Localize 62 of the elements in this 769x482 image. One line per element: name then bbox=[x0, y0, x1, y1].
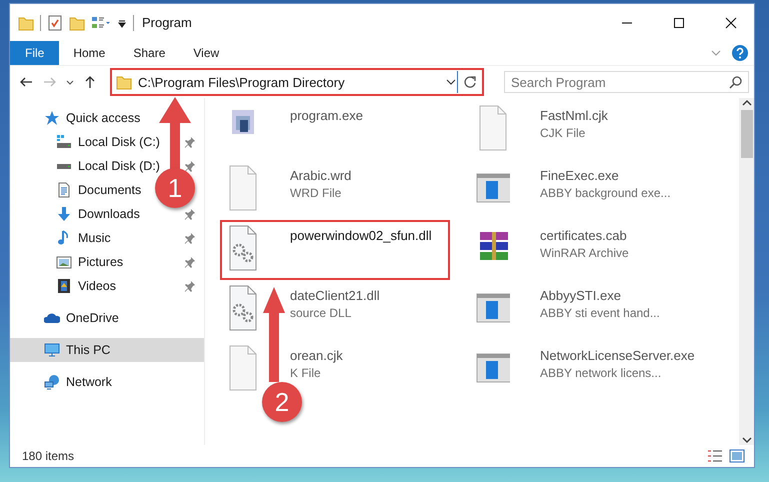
recent-button[interactable] bbox=[64, 78, 76, 86]
picture-icon[interactable] bbox=[56, 254, 72, 270]
item-count: 180 items bbox=[22, 449, 76, 463]
picture-icon bbox=[729, 449, 745, 463]
file-name[interactable]: AbbyySTI.exe bbox=[540, 288, 660, 303]
file-name[interactable]: FineExec.exe bbox=[540, 168, 671, 183]
sidebar-item[interactable]: Network bbox=[66, 375, 112, 389]
address-field[interactable]: C:\Program Files\Program Directory bbox=[112, 71, 458, 93]
file-name[interactable]: FastNml.cjk bbox=[540, 108, 608, 123]
search-field[interactable]: Search Program bbox=[504, 71, 749, 93]
sidebar-item[interactable]: Local Disk (C:) bbox=[78, 135, 160, 149]
folder-icon bbox=[116, 74, 132, 90]
file-type: source DLL bbox=[290, 306, 352, 320]
sidebar-item[interactable]: This PC bbox=[66, 343, 110, 357]
chevron-down-icon bbox=[66, 80, 74, 84]
maximize-icon bbox=[673, 16, 685, 28]
file-type: ABBY network licens... bbox=[540, 366, 662, 380]
chevron-up-icon bbox=[742, 98, 752, 108]
sidebar-item[interactable]: Downloads bbox=[78, 207, 140, 221]
ribbon-tab[interactable]: Share bbox=[119, 41, 180, 65]
ribbon-tab[interactable]: Home bbox=[59, 41, 120, 65]
down-arrow-icon[interactable] bbox=[56, 206, 72, 222]
details-view-icon bbox=[707, 449, 723, 463]
file-name[interactable]: powerwindow02_sfun.dll bbox=[290, 228, 432, 243]
scrollbar[interactable] bbox=[739, 98, 754, 445]
drive-icon[interactable] bbox=[56, 164, 72, 168]
chevron-down-icon bbox=[742, 435, 752, 445]
ribbon-tab[interactable]: File bbox=[10, 41, 60, 65]
sidebar-item[interactable]: Music bbox=[78, 231, 111, 245]
file-type: CJK File bbox=[540, 126, 586, 140]
sidebar-item[interactable]: Documents bbox=[78, 183, 142, 197]
search-icon bbox=[729, 75, 743, 89]
sidebar-item[interactable]: Pictures bbox=[78, 255, 124, 269]
file-name[interactable]: orean.cjk bbox=[290, 348, 343, 363]
document-icon[interactable] bbox=[56, 182, 72, 198]
address-path: C:\Program Files\Program Directory bbox=[138, 74, 346, 90]
file-type: K File bbox=[290, 366, 322, 380]
close-icon bbox=[725, 16, 737, 28]
window-title: Program bbox=[142, 15, 193, 30]
file-name[interactable]: program.exe bbox=[290, 108, 363, 123]
file-name[interactable]: dateClient21.dll bbox=[290, 288, 380, 303]
properties-icon[interactable] bbox=[47, 14, 63, 30]
monitor-icon[interactable] bbox=[44, 342, 60, 358]
film-icon[interactable] bbox=[56, 278, 72, 294]
refresh-icon bbox=[463, 75, 477, 89]
file-type: ABBY background exe... bbox=[540, 186, 671, 200]
file-name[interactable]: NetworkLicenseServer.exe bbox=[540, 348, 695, 363]
network-icon[interactable] bbox=[44, 374, 60, 390]
sidebar-item[interactable]: Quick access bbox=[66, 111, 140, 125]
file-type: WinRAR Archive bbox=[540, 246, 629, 260]
drive-icon[interactable] bbox=[56, 134, 72, 150]
star-icon[interactable] bbox=[44, 110, 60, 126]
file-name[interactable]: certificates.cab bbox=[540, 228, 629, 243]
file-type: WRD File bbox=[290, 186, 342, 200]
ribbon-tab[interactable]: View bbox=[179, 41, 234, 65]
file-name[interactable]: Arabic.wrd bbox=[290, 168, 352, 183]
file-type: ABBY sti event hand... bbox=[540, 306, 660, 320]
sidebar-item[interactable]: OneDrive bbox=[66, 311, 119, 325]
scrollbar-thumb[interactable] bbox=[740, 110, 752, 158]
help-icon[interactable] bbox=[732, 45, 748, 61]
sidebar-item[interactable]: Videos bbox=[78, 279, 116, 293]
view-list-icon[interactable] bbox=[91, 14, 111, 30]
